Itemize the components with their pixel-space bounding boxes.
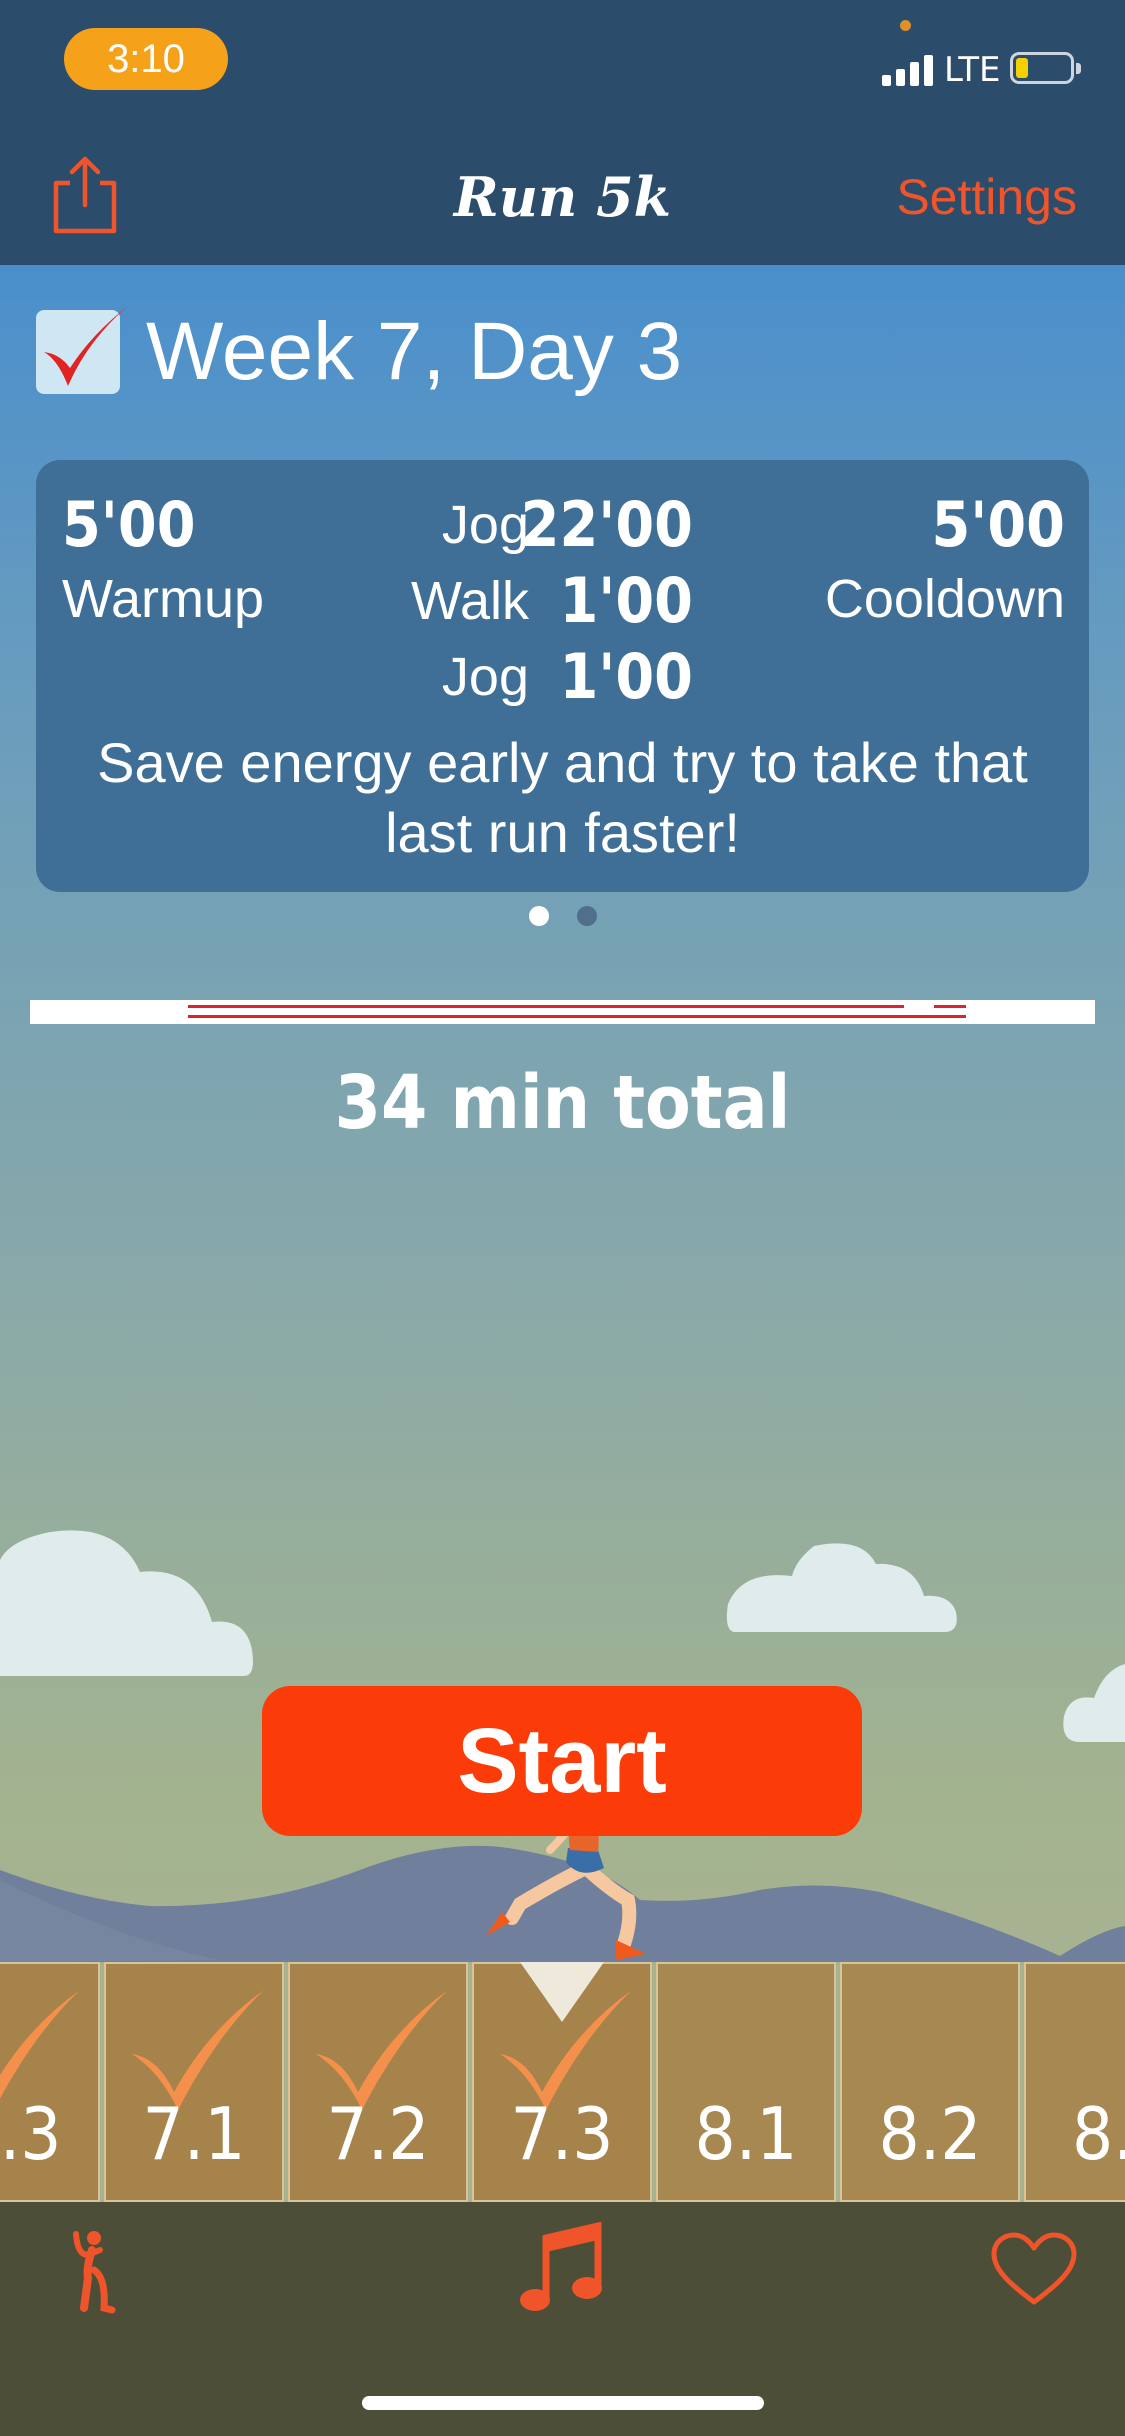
day-tile-label: 8.2 xyxy=(878,2092,982,2176)
day-tile[interactable]: 7.2 xyxy=(288,1962,468,2202)
completed-checkbox[interactable] xyxy=(36,306,128,394)
cooldown-time: 5'00 xyxy=(931,488,1065,561)
day-tile-label: 8.3 xyxy=(1072,2092,1125,2176)
cloud-icon xyxy=(726,1543,957,1632)
interval-2-time: 1'00 xyxy=(559,564,693,637)
cloud-icon xyxy=(0,1530,253,1676)
page-dot[interactable] xyxy=(576,906,597,926)
total-duration: 34 min total xyxy=(334,1060,791,1146)
warmup-time: 5'00 xyxy=(62,488,196,561)
network-type: LTE xyxy=(944,50,1001,90)
day-tile-label: 7.3 xyxy=(510,2092,614,2176)
home-indicator[interactable] xyxy=(362,2396,764,2410)
day-tile-label: 8.1 xyxy=(694,2092,798,2176)
battery-icon xyxy=(1010,52,1081,84)
settings-button[interactable]: Settings xyxy=(896,168,1077,226)
cooldown-label: Cooldown xyxy=(824,569,1065,629)
page-dot-active[interactable] xyxy=(528,906,549,926)
heart-icon xyxy=(991,2232,1077,2305)
cloud-icon xyxy=(1063,1664,1125,1742)
day-tile[interactable]: 8.2 xyxy=(840,1962,1020,2202)
day-tile[interactable]: 7.1 xyxy=(104,1962,284,2202)
interval-2-activity: Walk xyxy=(411,571,529,631)
interval-3-activity: Jog xyxy=(441,647,529,707)
page-indicator[interactable] xyxy=(0,906,1125,931)
tab-favorites[interactable] xyxy=(990,2232,1078,2313)
tab-stretch[interactable] xyxy=(64,2228,124,2319)
checkmark-icon xyxy=(44,306,128,386)
workout-timeline xyxy=(30,1000,1095,1024)
day-tile[interactable]: 8.3 xyxy=(1024,1962,1125,2202)
tab-music[interactable] xyxy=(520,2221,604,2321)
interval-1-activity: Jog xyxy=(441,495,529,555)
status-time: 3:10 xyxy=(64,28,228,90)
start-button[interactable]: Start xyxy=(262,1686,862,1836)
day-tile[interactable]: 6.3 xyxy=(0,1962,100,2202)
workout-tip: Save energy early and try to take that l… xyxy=(97,731,1028,864)
music-icon xyxy=(520,2221,602,2311)
workout-heading: Week 7, Day 3 xyxy=(146,306,683,397)
day-tile-label: 7.2 xyxy=(326,2092,430,2176)
mic-indicator xyxy=(900,20,911,31)
warmup-label: Warmup xyxy=(62,569,265,629)
signal-icon xyxy=(882,54,934,86)
stretch-icon xyxy=(73,2231,116,2314)
selected-day-pointer xyxy=(520,1962,604,2022)
interval-1-time: 22'00 xyxy=(520,488,693,561)
day-tile[interactable]: 8.1 xyxy=(656,1962,836,2202)
top-bar: 3:10 LTE Run 5k Settings xyxy=(0,0,1125,265)
workout-card[interactable]: 5'00 Warmup Jog 22'00 Walk 1'00 Jog 1'00… xyxy=(36,460,1089,892)
day-tile-label: 6.3 xyxy=(0,2092,62,2176)
day-tile-label: 7.1 xyxy=(142,2092,246,2176)
interval-3-time: 1'00 xyxy=(559,640,693,713)
